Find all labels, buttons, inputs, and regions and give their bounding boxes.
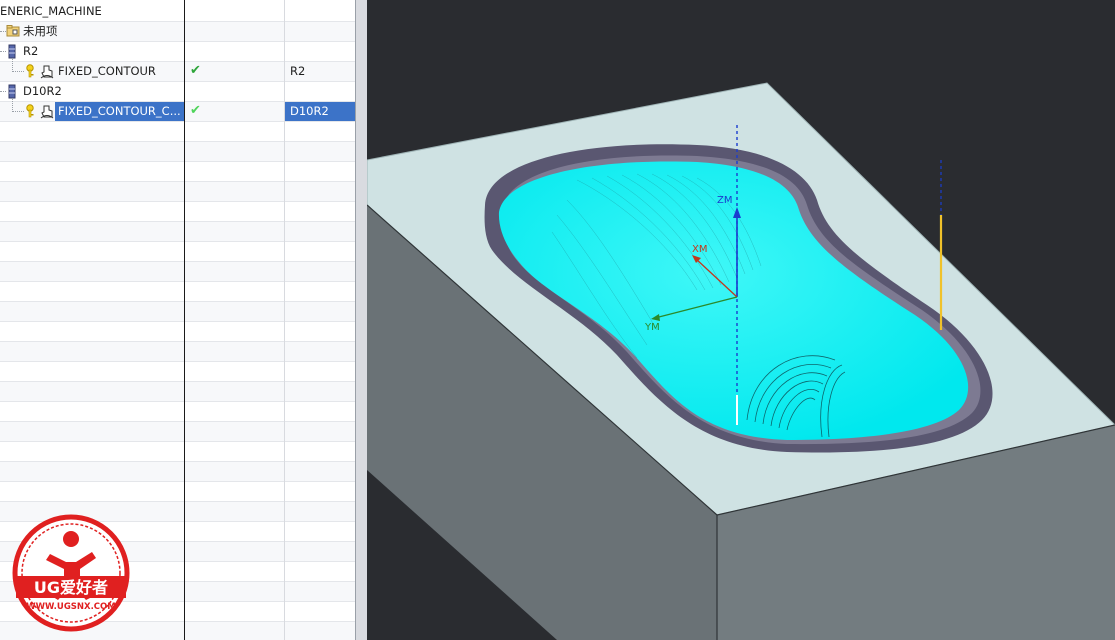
logo-url-text: WWW.UGSNX.COM bbox=[26, 602, 115, 612]
tree-row-tool-r2[interactable]: R2 bbox=[0, 42, 355, 62]
empty-row bbox=[0, 342, 355, 362]
panel-splitter[interactable] bbox=[355, 0, 367, 640]
empty-row bbox=[0, 282, 355, 302]
tree-row-tool-d10r2[interactable]: D10R2 bbox=[0, 82, 355, 102]
status-check-icon: ✔ bbox=[190, 63, 201, 78]
column-divider[interactable] bbox=[184, 0, 185, 640]
folder-icon bbox=[6, 25, 20, 37]
tool-icon bbox=[8, 44, 16, 59]
empty-row bbox=[0, 442, 355, 462]
zm-axis-label: ZM bbox=[717, 195, 732, 206]
operation-navigator: ENERIC_MACHINE 未用项 R2 FIXED_CONTOUR ✔ R2… bbox=[0, 0, 355, 640]
operation-name: FIXED_CONTOUR bbox=[58, 64, 156, 78]
empty-row bbox=[0, 482, 355, 502]
empty-row bbox=[0, 142, 355, 162]
empty-row bbox=[0, 322, 355, 342]
tree-row-unused[interactable]: 未用项 bbox=[0, 22, 355, 42]
operation-name: FIXED_CONTOUR_C... bbox=[55, 102, 184, 121]
tree-row-operation-fixed-contour[interactable]: FIXED_CONTOUR ✔ R2 bbox=[0, 58, 355, 82]
logo-brand-text: UG爱好者 bbox=[34, 578, 108, 597]
unused-items-label: 未用项 bbox=[23, 24, 58, 38]
status-key-icon bbox=[26, 104, 34, 118]
ym-axis-label: YM bbox=[644, 322, 660, 333]
tree-row-machine[interactable]: ENERIC_MACHINE bbox=[0, 2, 355, 22]
operation-tool: R2 bbox=[290, 64, 306, 78]
xm-axis-label: XM bbox=[692, 244, 707, 255]
empty-row bbox=[0, 302, 355, 322]
tool-name: D10R2 bbox=[23, 84, 62, 98]
empty-row bbox=[0, 122, 355, 142]
empty-row bbox=[0, 202, 355, 222]
empty-row bbox=[0, 402, 355, 422]
contour-operation-icon bbox=[40, 65, 54, 79]
empty-row bbox=[0, 382, 355, 402]
tool-name: R2 bbox=[23, 44, 39, 58]
empty-row bbox=[0, 162, 355, 182]
ug-logo: UG爱好者 WWW.UGSNX.COM bbox=[12, 514, 130, 632]
machine-root-label: ENERIC_MACHINE bbox=[0, 4, 102, 18]
contour-operation-icon bbox=[40, 105, 54, 119]
empty-row bbox=[0, 182, 355, 202]
column-divider[interactable] bbox=[284, 0, 285, 640]
empty-row bbox=[0, 242, 355, 262]
empty-row bbox=[0, 222, 355, 242]
tree-row-operation-fixed-contour-copy[interactable]: FIXED_CONTOUR_C... ✔ D10R2 bbox=[0, 98, 355, 122]
tool-icon bbox=[8, 84, 16, 99]
empty-row bbox=[0, 422, 355, 442]
empty-row bbox=[0, 362, 355, 382]
status-check-icon: ✔ bbox=[190, 103, 201, 118]
operation-tool: D10R2 bbox=[285, 102, 355, 121]
empty-row bbox=[0, 462, 355, 482]
graphics-viewport[interactable]: ZM XM YM bbox=[367, 0, 1115, 640]
status-key-icon bbox=[26, 64, 34, 78]
model-view: ZM XM YM bbox=[367, 82, 1115, 640]
empty-row bbox=[0, 262, 355, 282]
